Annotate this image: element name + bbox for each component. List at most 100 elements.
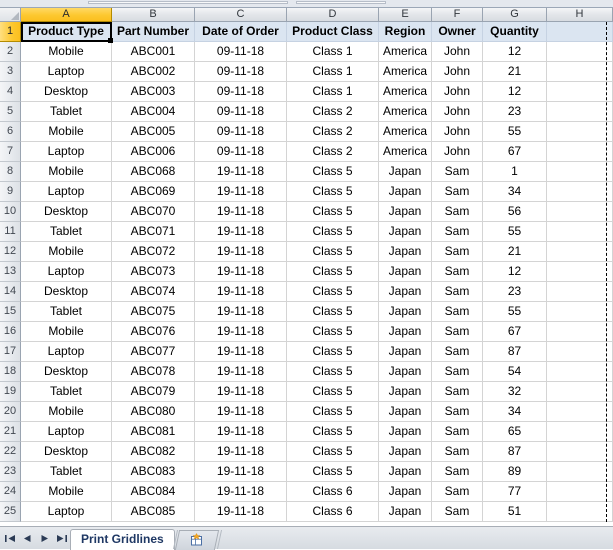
cell-G18[interactable]: 54 xyxy=(483,362,547,382)
cell-C21[interactable]: 19-11-18 xyxy=(195,422,287,442)
cell-H23[interactable] xyxy=(547,462,613,482)
cell-E5[interactable]: America xyxy=(379,102,432,122)
row-header-2[interactable]: 2 xyxy=(0,42,21,62)
cell-D7[interactable]: Class 2 xyxy=(287,142,379,162)
cell-B10[interactable]: ABC070 xyxy=(112,202,195,222)
cell-G11[interactable]: 55 xyxy=(483,222,547,242)
cell-F13[interactable]: Sam xyxy=(432,262,483,282)
cell-C4[interactable]: 09-11-18 xyxy=(195,82,287,102)
cell-G20[interactable]: 34 xyxy=(483,402,547,422)
cell-A21[interactable]: Laptop xyxy=(21,422,112,442)
cell-A15[interactable]: Tablet xyxy=(21,302,112,322)
column-header-d[interactable]: D xyxy=(287,8,379,22)
cell-F12[interactable]: Sam xyxy=(432,242,483,262)
cell-A3[interactable]: Laptop xyxy=(21,62,112,82)
cell-grid[interactable]: Product Type Part Number Date of Order Prod… xyxy=(21,22,613,522)
cell-E14[interactable]: Japan xyxy=(379,282,432,302)
row-header-16[interactable]: 16 xyxy=(0,322,21,342)
cell-F5[interactable]: John xyxy=(432,102,483,122)
cell-E3[interactable]: America xyxy=(379,62,432,82)
cell-G14[interactable]: 23 xyxy=(483,282,547,302)
cell-H9[interactable] xyxy=(547,182,613,202)
cell-H15[interactable] xyxy=(547,302,613,322)
cell-A16[interactable]: Mobile xyxy=(21,322,112,342)
cell-E6[interactable]: America xyxy=(379,122,432,142)
header-cell-G1[interactable]: Quantity xyxy=(483,22,547,42)
cell-A18[interactable]: Desktop xyxy=(21,362,112,382)
cell-A12[interactable]: Mobile xyxy=(21,242,112,262)
cell-D18[interactable]: Class 5 xyxy=(287,362,379,382)
cell-A5[interactable]: Tablet xyxy=(21,102,112,122)
cell-F24[interactable]: Sam xyxy=(432,482,483,502)
cell-C17[interactable]: 19-11-18 xyxy=(195,342,287,362)
cell-D20[interactable]: Class 5 xyxy=(287,402,379,422)
cell-D11[interactable]: Class 5 xyxy=(287,222,379,242)
cell-D25[interactable]: Class 6 xyxy=(287,502,379,522)
sheet-tab-print-gridlines[interactable]: Print Gridlines xyxy=(70,529,175,550)
cell-D22[interactable]: Class 5 xyxy=(287,442,379,462)
cell-A6[interactable]: Mobile xyxy=(21,122,112,142)
cell-B23[interactable]: ABC083 xyxy=(112,462,195,482)
cell-F11[interactable]: Sam xyxy=(432,222,483,242)
cell-A20[interactable]: Mobile xyxy=(21,402,112,422)
column-header-h[interactable]: H xyxy=(547,8,613,22)
column-header-b[interactable]: B xyxy=(112,8,195,22)
cell-D3[interactable]: Class 1 xyxy=(287,62,379,82)
cell-H4[interactable] xyxy=(547,82,613,102)
cell-C13[interactable]: 19-11-18 xyxy=(195,262,287,282)
cell-B20[interactable]: ABC080 xyxy=(112,402,195,422)
row-header-7[interactable]: 7 xyxy=(0,142,21,162)
cell-D16[interactable]: Class 5 xyxy=(287,322,379,342)
cell-B3[interactable]: ABC002 xyxy=(112,62,195,82)
cell-E17[interactable]: Japan xyxy=(379,342,432,362)
cell-E15[interactable]: Japan xyxy=(379,302,432,322)
cell-F3[interactable]: John xyxy=(432,62,483,82)
cell-A11[interactable]: Tablet xyxy=(21,222,112,242)
cell-E19[interactable]: Japan xyxy=(379,382,432,402)
cell-B5[interactable]: ABC004 xyxy=(112,102,195,122)
header-cell-B1[interactable]: Part Number xyxy=(112,22,195,42)
cell-F22[interactable]: Sam xyxy=(432,442,483,462)
cell-F23[interactable]: Sam xyxy=(432,462,483,482)
cell-F10[interactable]: Sam xyxy=(432,202,483,222)
header-cell-C1[interactable]: Date of Order xyxy=(195,22,287,42)
cell-E24[interactable]: Japan xyxy=(379,482,432,502)
cell-E21[interactable]: Japan xyxy=(379,422,432,442)
cell-H17[interactable] xyxy=(547,342,613,362)
cell-B9[interactable]: ABC069 xyxy=(112,182,195,202)
cell-D5[interactable]: Class 2 xyxy=(287,102,379,122)
cell-C3[interactable]: 09-11-18 xyxy=(195,62,287,82)
cell-A22[interactable]: Desktop xyxy=(21,442,112,462)
last-sheet-icon[interactable] xyxy=(53,530,70,547)
row-header-8[interactable]: 8 xyxy=(0,162,21,182)
row-header-12[interactable]: 12 xyxy=(0,242,21,262)
column-header-g[interactable]: G xyxy=(483,8,547,22)
cell-G23[interactable]: 89 xyxy=(483,462,547,482)
cell-D14[interactable]: Class 5 xyxy=(287,282,379,302)
cell-A9[interactable]: Laptop xyxy=(21,182,112,202)
cell-E20[interactable]: Japan xyxy=(379,402,432,422)
cell-G8[interactable]: 1 xyxy=(483,162,547,182)
row-header-10[interactable]: 10 xyxy=(0,202,21,222)
cell-F4[interactable]: John xyxy=(432,82,483,102)
row-header-15[interactable]: 15 xyxy=(0,302,21,322)
cell-B15[interactable]: ABC075 xyxy=(112,302,195,322)
cell-C6[interactable]: 09-11-18 xyxy=(195,122,287,142)
cell-B6[interactable]: ABC005 xyxy=(112,122,195,142)
cell-E11[interactable]: Japan xyxy=(379,222,432,242)
row-header-13[interactable]: 13 xyxy=(0,262,21,282)
cell-E22[interactable]: Japan xyxy=(379,442,432,462)
cell-H24[interactable] xyxy=(547,482,613,502)
column-header-c[interactable]: C xyxy=(195,8,287,22)
cell-H8[interactable] xyxy=(547,162,613,182)
row-header-23[interactable]: 23 xyxy=(0,462,21,482)
cell-C9[interactable]: 19-11-18 xyxy=(195,182,287,202)
column-header-f[interactable]: F xyxy=(432,8,483,22)
row-header-5[interactable]: 5 xyxy=(0,102,21,122)
cell-A4[interactable]: Desktop xyxy=(21,82,112,102)
cell-G9[interactable]: 34 xyxy=(483,182,547,202)
cell-E12[interactable]: Japan xyxy=(379,242,432,262)
cell-C14[interactable]: 19-11-18 xyxy=(195,282,287,302)
cell-D13[interactable]: Class 5 xyxy=(287,262,379,282)
cell-C11[interactable]: 19-11-18 xyxy=(195,222,287,242)
